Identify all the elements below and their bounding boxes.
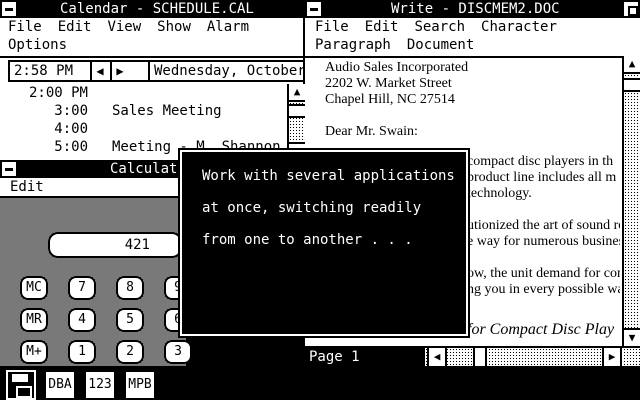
calculator-title: Calculator [110, 161, 186, 177]
key-7-button[interactable]: 7 [68, 276, 96, 300]
calendar-title: Calendar - SCHEDULE.CAL [60, 1, 254, 17]
calendar-prev-day-button[interactable]: ◀ [90, 62, 108, 80]
list-item[interactable]: 3:00 Sales Meeting [8, 102, 222, 120]
doc-line: ow, the unit demand for com [467, 266, 620, 281]
calendar-system-menu-icon[interactable] [0, 0, 18, 18]
write-menu-search[interactable]: Search [414, 19, 465, 35]
key-4-button[interactable]: 4 [68, 308, 96, 332]
calculator-menu-edit[interactable]: Edit [10, 179, 44, 195]
calendar-date: Wednesday, October 9 [148, 62, 303, 80]
calculator-display: 421 [48, 232, 182, 258]
calendar-vertical-scrollbar[interactable]: ▲ ▼ [287, 84, 305, 160]
calendar-current-time: 2:58 PM [14, 63, 74, 79]
calculator-body: 421 MC 7 8 9 MR 4 5 6 M+ 1 2 3 [0, 196, 192, 366]
doc-line: Audio Sales Incorporated [325, 60, 469, 75]
write-menu-bar: File Edit Search Character [315, 18, 573, 36]
calendar-menu-show[interactable]: Show [157, 19, 191, 35]
scroll-down-arrow-icon[interactable]: ▼ [624, 328, 640, 346]
doc-line: Chapel Hill, NC 27514 [325, 92, 455, 107]
calculator-title-bar[interactable]: Calculator [0, 160, 186, 178]
doc-line: for Compact Disc Play [467, 321, 615, 338]
key-5-button[interactable]: 5 [116, 308, 144, 332]
write-menu-edit[interactable]: Edit [365, 19, 399, 35]
scroll-right-arrow-icon[interactable]: ▶ [602, 348, 622, 366]
doc-line: 2202 W. Market Street [325, 76, 452, 91]
key-1-button[interactable]: 1 [68, 340, 96, 364]
horizontal-scroll-thumb[interactable] [473, 348, 487, 366]
scroll-left-arrow-icon[interactable]: ◀ [427, 348, 447, 366]
calendar-next-day-button[interactable]: ▶ [110, 62, 128, 80]
appointment-time: 4:00 [54, 121, 88, 137]
list-item[interactable]: 4:00 [8, 120, 112, 138]
appointment-text: Sales Meeting [112, 103, 222, 119]
calculator-window: Calculator Edit 421 MC 7 8 9 MR 4 5 6 M+… [0, 160, 192, 366]
doc-line: ng you in every possible way t [467, 282, 620, 297]
dba-icon[interactable]: DBA [44, 370, 76, 400]
appointment-time: 2:00 PM [28, 85, 88, 101]
calculator-system-menu-icon[interactable] [0, 160, 18, 178]
key-mr-button[interactable]: MR [20, 308, 48, 332]
caption-overlay: Work with several applications at once, … [178, 148, 470, 338]
write-menu-paragraph[interactable]: Paragraph [315, 37, 391, 53]
disk-icon[interactable] [6, 370, 36, 400]
doc-line: technology. [467, 186, 532, 201]
doc-line: e way for numerous business [467, 234, 620, 249]
calendar-title-bar[interactable]: Calendar - SCHEDULE.CAL [0, 0, 305, 18]
123-icon[interactable]: 123 [84, 370, 116, 400]
write-title: Write - DISCMEM2.DOC [391, 1, 560, 17]
write-system-menu-icon[interactable] [305, 0, 323, 18]
write-vertical-scrollbar[interactable]: ▲ ▼ [622, 56, 640, 346]
doc-line: product line includes all m [467, 170, 617, 185]
mpb-icon[interactable]: MPB [124, 370, 156, 400]
write-menu-document[interactable]: Document [407, 37, 474, 53]
calendar-menu-alarm[interactable]: Alarm [207, 19, 249, 35]
scroll-thumb[interactable] [624, 78, 640, 92]
calendar-menu-file[interactable]: File [8, 19, 42, 35]
list-item[interactable]: 2:00 PM [8, 84, 112, 102]
calendar-menu-bar: File Edit View Show Alarm [8, 18, 265, 36]
caption-line: at once, switching readily [202, 200, 422, 216]
calendar-menu-bar-row2: Options [8, 36, 83, 54]
doc-line: utionized the art of sound re [467, 218, 620, 233]
scroll-up-arrow-icon[interactable]: ▲ [289, 84, 305, 102]
write-status-bar: Page 1 ◀ ▶ [305, 346, 640, 366]
calendar-menu-view[interactable]: View [107, 19, 141, 35]
calculator-menu-bar: Edit [0, 178, 186, 196]
key-mplus-button[interactable]: M+ [20, 340, 48, 364]
calendar-menu-divider [0, 56, 305, 58]
write-menu-bar-row2: Paragraph Document [315, 36, 490, 54]
write-menu-file[interactable]: File [315, 19, 349, 35]
scroll-thumb[interactable] [289, 104, 305, 118]
doc-line: Dear Mr. Swain: [325, 124, 418, 139]
key-3-button[interactable]: 3 [164, 340, 192, 364]
key-mc-button[interactable]: MC [20, 276, 48, 300]
calendar-window: Calendar - SCHEDULE.CAL File Edit View Show… [0, 0, 305, 160]
appointment-time: 5:00 [54, 139, 88, 155]
write-title-bar[interactable]: Write - DISCMEM2.DOC [305, 0, 640, 18]
scroll-up-arrow-icon[interactable]: ▲ [624, 56, 640, 74]
icon-bar: DBA 123 MPB [0, 366, 640, 400]
doc-line: compact disc players in th [467, 154, 614, 169]
caption-line: from one to another . . . [202, 232, 413, 248]
write-size-box-icon[interactable] [622, 0, 640, 18]
caption-line: Work with several applications [202, 168, 455, 184]
calendar-toolbar: 2:58 PM ◀ ▶ Wednesday, October 9 [8, 60, 305, 82]
write-menu-character[interactable]: Character [481, 19, 557, 35]
calendar-menu-options[interactable]: Options [8, 37, 67, 53]
calendar-menu-edit[interactable]: Edit [58, 19, 92, 35]
key-8-button[interactable]: 8 [116, 276, 144, 300]
appointment-time: 3:00 [54, 103, 88, 119]
key-2-button[interactable]: 2 [116, 340, 144, 364]
calendar-appointment-list: 2:00 PM 3:00 Sales Meeting 4:00 5:00 Meeti… [8, 84, 288, 160]
page-indicator: Page 1 [305, 348, 425, 366]
